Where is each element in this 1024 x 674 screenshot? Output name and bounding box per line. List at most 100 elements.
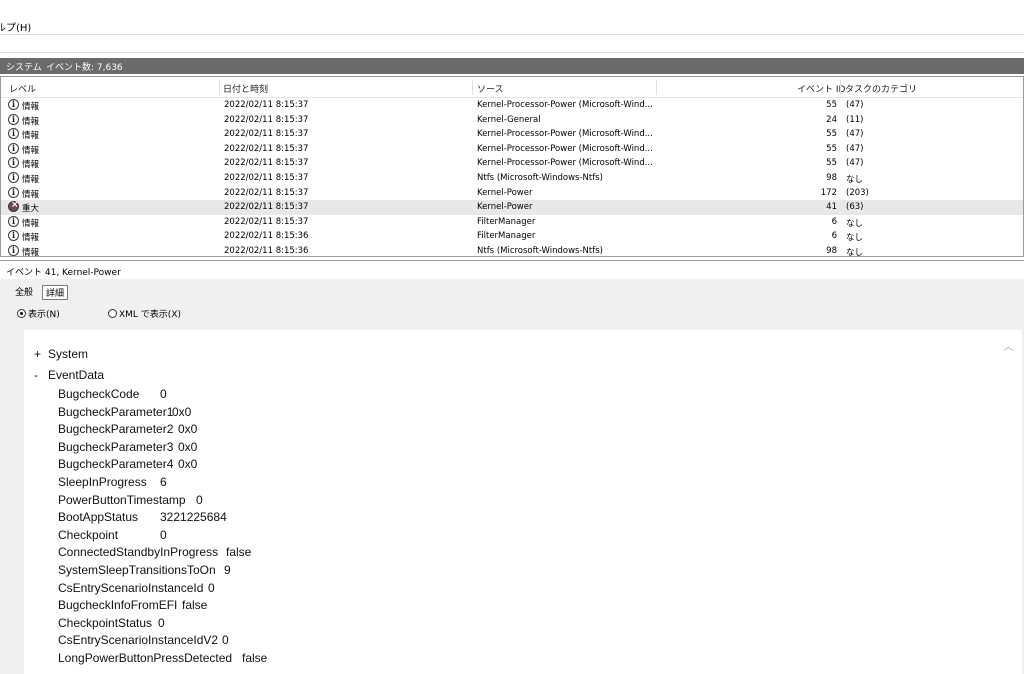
cell-event-id: 41 — [826, 202, 837, 213]
table-row[interactable]: 情報 2022/02/11 8:15:36 Ntfs (Microsoft-Wind… — [1, 244, 1023, 257]
cell-source: Kernel-Processor-Power (Microsoft-Wind..… — [477, 129, 653, 140]
radio-friendly-view[interactable]: 表示(N) — [17, 307, 60, 320]
event-data-field: BugcheckInfoFromEFI false — [58, 598, 207, 612]
event-data-field: SleepInProgress 6 — [58, 475, 167, 489]
tab-details[interactable]: 詳細 — [42, 285, 69, 300]
tree-node-eventdata[interactable]: EventData — [48, 368, 104, 382]
cell-task: (63) — [846, 202, 864, 213]
cell-event-id: 6 — [831, 231, 837, 242]
table-row[interactable]: 情報 2022/02/11 8:15:37 Kernel-Processor-Pow… — [1, 127, 1023, 142]
cell-level: 情報 — [22, 248, 40, 257]
column-header-datetime[interactable]: 日付と時刻 — [223, 82, 268, 95]
cell-datetime: 2022/02/11 8:15:36 — [224, 246, 309, 256]
menu-help[interactable]: ルプ(H) — [0, 19, 31, 34]
event-list-header: レベル 日付と時刻 ソース イベント ID タスクのカテゴリ — [1, 77, 1023, 98]
cell-event-id: 172 — [820, 187, 837, 198]
field-name: CheckpointStatus — [58, 615, 153, 630]
cell-source: Kernel-Power — [477, 202, 533, 213]
log-title-bar: システム イベント数: 7,636 — [0, 58, 1024, 74]
cell-task: なし — [846, 175, 864, 185]
menu-bar: ルプ(H) — [0, 0, 1024, 34]
table-row[interactable]: 情報 2022/02/11 8:15:37 Kernel-Processor-Pow… — [1, 156, 1023, 171]
event-data-field: BugcheckParameter4 0x0 — [58, 457, 197, 472]
info-icon — [8, 215, 19, 227]
info-icon — [8, 157, 19, 169]
event-list[interactable]: レベル 日付と時刻 ソース イベント ID タスクのカテゴリ 情報 2022/02… — [0, 76, 1024, 257]
cell-level: 重大 — [22, 204, 40, 215]
field-value: false — [182, 598, 208, 613]
event-data-field: CheckpointStatus 0 — [58, 615, 165, 630]
field-name: BugcheckParameter1 — [58, 404, 174, 419]
table-row[interactable]: 重大 2022/02/11 8:15:37 Kernel-Power 41 (63) — [1, 200, 1023, 215]
field-value: false — [242, 651, 268, 665]
column-header-task[interactable]: タスクのカテゴリ — [845, 82, 917, 95]
cell-task: なし — [846, 218, 864, 229]
field-name: SleepInProgress — [58, 475, 147, 489]
column-header-level[interactable]: レベル — [9, 82, 36, 95]
tab-general[interactable]: 全般 — [12, 285, 36, 298]
column-header-event-id[interactable]: イベント ID — [797, 82, 845, 95]
cell-task: (47) — [846, 158, 864, 169]
radio-xml-label: XML で表示(X) — [119, 310, 181, 320]
cell-source: Kernel-Processor-Power (Microsoft-Wind..… — [477, 100, 653, 110]
cell-source: Ntfs (Microsoft-Windows-Ntfs) — [477, 173, 603, 183]
field-value: 0 — [222, 633, 229, 648]
tree-toggle-system[interactable]: + — [34, 347, 41, 361]
cell-task: (203) — [846, 187, 869, 198]
cell-level: 情報 — [22, 131, 40, 142]
info-icon — [8, 142, 19, 154]
field-name: BootAppStatus — [58, 510, 139, 525]
event-detail-header: イベント 41, Kernel-Power — [0, 260, 1024, 279]
cell-source: Kernel-Power — [477, 187, 533, 198]
event-data-field: BugcheckParameter3 0x0 — [58, 440, 197, 454]
field-name: BugcheckCode — [58, 387, 140, 401]
event-data-field: PowerButtonTimestamp 0 — [58, 493, 203, 507]
cell-datetime: 2022/02/11 8:15:37 — [224, 202, 309, 213]
field-value: 0x0 — [178, 422, 198, 437]
cell-level: 情報 — [22, 175, 40, 185]
scroll-up-icon[interactable]: ︿ — [1003, 338, 1014, 354]
cell-datetime: 2022/02/11 8:15:37 — [224, 129, 309, 140]
cell-datetime: 2022/02/11 8:15:37 — [224, 143, 309, 154]
field-value: 0x0 — [178, 457, 198, 472]
cell-level: 情報 — [22, 102, 40, 112]
field-name: ConnectedStandbyInProgress — [58, 545, 219, 560]
cell-task: (47) — [846, 100, 864, 110]
cell-level: 情報 — [22, 116, 40, 127]
cell-source: Kernel-General — [477, 114, 541, 125]
info-icon — [8, 230, 19, 242]
field-value: 0x0 — [172, 404, 192, 419]
table-row[interactable]: 情報 2022/02/11 8:15:37 Kernel-Processor-Pow… — [1, 98, 1023, 113]
tree-toggle-eventdata[interactable]: - — [34, 368, 38, 382]
cell-event-id: 6 — [831, 216, 837, 227]
event-data-field: CsEntryScenarioInstanceId 0 — [58, 581, 215, 595]
field-name: BugcheckParameter4 — [58, 457, 174, 472]
field-name: LongPowerButtonPressDetected — [58, 651, 233, 665]
event-data-field: BootAppStatus 3221225684 — [58, 510, 227, 525]
toolbar-divider — [0, 52, 1024, 53]
cell-level: 情報 — [22, 160, 40, 171]
radio-xml-view[interactable]: XML で表示(X) — [108, 307, 181, 320]
field-value: 0x0 — [178, 439, 198, 454]
table-row[interactable]: 情報 2022/02/11 8:15:36 FilterManager 6 なし — [1, 229, 1023, 244]
event-data-field: Checkpoint 0 — [58, 528, 167, 542]
table-row[interactable]: 情報 2022/02/11 8:15:37 Ntfs (Microsoft-Wind… — [1, 171, 1023, 186]
field-name: SystemSleepTransitionsToOn — [58, 563, 216, 577]
info-icon — [8, 186, 19, 198]
cell-datetime: 2022/02/11 8:15:37 — [224, 173, 309, 183]
cell-datetime: 2022/02/11 8:15:37 — [224, 158, 309, 169]
tree-node-system[interactable]: System — [48, 347, 88, 361]
table-row[interactable]: 情報 2022/02/11 8:15:37 FilterManager 6 なし — [1, 215, 1023, 230]
field-name: BugcheckParameter2 — [58, 422, 174, 437]
cell-datetime: 2022/02/11 8:15:37 — [224, 216, 309, 227]
column-header-source[interactable]: ソース — [477, 82, 504, 95]
info-icon — [8, 99, 19, 110]
table-row[interactable]: 情報 2022/02/11 8:15:37 Kernel-Processor-Pow… — [1, 142, 1023, 157]
event-data-panel: ︿ + System - EventData BugcheckCode 0 Bugc… — [24, 330, 1022, 674]
table-row[interactable]: 情報 2022/02/11 8:15:37 Kernel-Power 172 (203) — [1, 186, 1023, 201]
table-row[interactable]: 情報 2022/02/11 8:15:37 Kernel-General 24 (11) — [1, 113, 1023, 128]
field-value: 0 — [196, 492, 203, 507]
cell-level: 情報 — [22, 145, 40, 156]
cell-datetime: 2022/02/11 8:15:36 — [224, 231, 309, 242]
field-name: CsEntryScenarioInstanceIdV2 — [58, 633, 219, 648]
